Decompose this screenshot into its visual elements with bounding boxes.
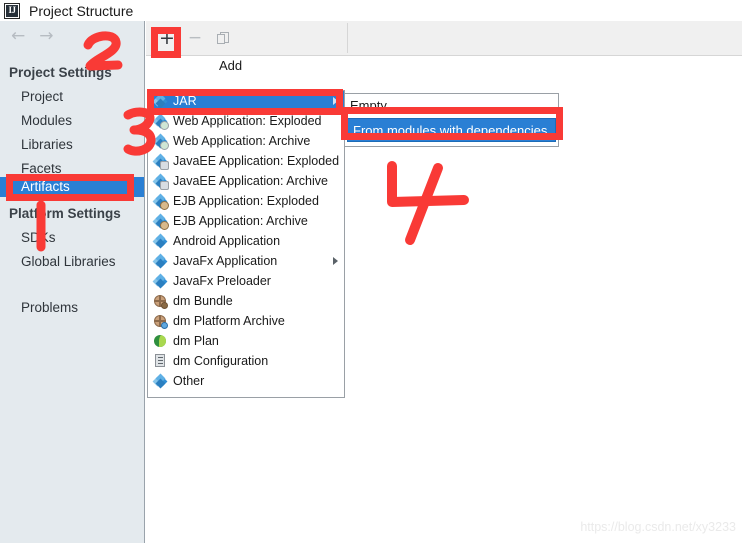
menu-item-label: EJB Application: Archive — [173, 214, 308, 228]
sidebar-heading-project-settings: Project Settings — [9, 65, 112, 80]
remove-artifact-button[interactable]: − — [182, 25, 208, 51]
add-artifact-menu: JAR Web Application: Exploded Web Applic… — [147, 90, 345, 398]
submenu-item-empty[interactable]: Empty — [345, 94, 558, 118]
sidebar-item-sdks[interactable]: SDKs — [21, 230, 56, 245]
sidebar-navigation: ← → — [0, 21, 144, 51]
chevron-right-icon — [333, 97, 338, 105]
menu-item-label: Other — [173, 374, 205, 388]
menu-item-web-application-exploded[interactable]: Web Application: Exploded — [148, 111, 344, 131]
artifact-jar-icon — [152, 93, 168, 109]
menu-item-ejb-application-exploded[interactable]: EJB Application: Exploded — [148, 191, 344, 211]
menu-item-label: Web Application: Archive — [173, 134, 311, 148]
window-body: ← → Project Settings Project Modules Lib… — [0, 21, 742, 543]
menu-item-label: JavaFx Preloader — [173, 274, 271, 288]
add-artifact-button[interactable]: + — [154, 25, 180, 51]
dm-platform-archive-icon — [152, 313, 168, 329]
menu-item-label: JavaEE Application: Exploded — [173, 154, 340, 168]
menu-item-label: dm Configuration — [173, 354, 269, 368]
arrow-right-icon[interactable]: → — [39, 27, 53, 45]
menu-item-javafx-application[interactable]: JavaFx Application — [148, 251, 344, 271]
dm-plan-icon — [152, 333, 168, 349]
menu-item-web-application-archive[interactable]: Web Application: Archive — [148, 131, 344, 151]
sidebar-heading-platform-settings: Platform Settings — [9, 206, 121, 221]
project-structure-window: Project Structure ← → Project Settings P… — [0, 0, 742, 543]
window-title: Project Structure — [29, 2, 134, 19]
menu-item-label: JavaFx Application — [173, 254, 278, 268]
menu-item-android-application[interactable]: Android Application — [148, 231, 344, 251]
menu-item-javaee-application-exploded[interactable]: JavaEE Application: Exploded — [148, 151, 344, 171]
artifact-javafx-icon — [152, 253, 168, 269]
menu-item-label: dm Plan — [173, 334, 219, 348]
watermark: https://blog.csdn.net/xy3233 — [580, 520, 736, 534]
menu-item-javafx-preloader[interactable]: JavaFx Preloader — [148, 271, 344, 291]
menu-item-dm-configuration[interactable]: dm Configuration — [148, 351, 344, 371]
menu-item-jar[interactable]: JAR — [148, 91, 344, 111]
copy-artifact-button[interactable] — [210, 25, 236, 51]
intellij-idea-icon — [4, 2, 20, 19]
menu-item-label: Web Application: Exploded — [173, 114, 322, 128]
menu-item-label: dm Bundle — [173, 294, 233, 308]
artifact-javafx-preloader-icon — [152, 273, 168, 289]
dm-configuration-icon — [152, 353, 168, 369]
artifact-javaee-exploded-icon — [152, 153, 169, 170]
menu-item-label: EJB Application: Exploded — [173, 194, 319, 208]
arrow-left-icon[interactable]: ← — [11, 27, 25, 45]
jar-submenu: Empty From modules with dependencies... — [344, 93, 559, 147]
submenu-item-from-modules-with-dependencies[interactable]: From modules with dependencies... — [347, 118, 558, 142]
add-tooltip: Add — [219, 58, 243, 73]
menu-item-dm-plan[interactable]: dm Plan — [148, 331, 344, 351]
artifacts-toolbar: + − — [146, 21, 742, 56]
sidebar-item-facets[interactable]: Facets — [21, 161, 62, 176]
artifact-ejb-archive-icon — [152, 213, 169, 230]
sidebar-item-global-libraries[interactable]: Global Libraries — [21, 254, 116, 269]
chevron-right-icon — [333, 257, 338, 265]
toolbar-divider — [347, 23, 348, 53]
settings-sidebar: ← → Project Settings Project Modules Lib… — [0, 21, 145, 543]
artifact-android-icon — [152, 233, 168, 249]
artifact-web-archive-icon — [152, 133, 169, 150]
menu-item-dm-bundle[interactable]: dm Bundle — [148, 291, 344, 311]
menu-item-other[interactable]: Other — [148, 371, 344, 391]
sidebar-item-artifacts[interactable]: Artifacts — [0, 177, 144, 197]
menu-item-label: dm Platform Archive — [173, 314, 285, 328]
sidebar-item-libraries[interactable]: Libraries — [21, 137, 73, 152]
artifact-other-icon — [152, 373, 168, 389]
menu-item-label: Android Application — [173, 234, 281, 248]
title-bar: Project Structure — [0, 0, 742, 21]
copy-icon — [216, 31, 230, 45]
menu-item-label: JAR — [173, 94, 197, 108]
sidebar-item-project[interactable]: Project — [21, 89, 63, 104]
menu-item-ejb-application-archive[interactable]: EJB Application: Archive — [148, 211, 344, 231]
menu-item-dm-platform-archive[interactable]: dm Platform Archive — [148, 311, 344, 331]
sidebar-item-modules[interactable]: Modules — [21, 113, 72, 128]
dm-bundle-icon — [152, 293, 168, 309]
artifact-ejb-exploded-icon — [152, 193, 169, 210]
artifact-javaee-archive-icon — [152, 173, 169, 190]
menu-item-javaee-application-archive[interactable]: JavaEE Application: Archive — [148, 171, 344, 191]
menu-item-label: JavaEE Application: Archive — [173, 174, 328, 188]
sidebar-item-problems[interactable]: Problems — [21, 300, 78, 315]
artifact-web-exploded-icon — [152, 113, 169, 130]
